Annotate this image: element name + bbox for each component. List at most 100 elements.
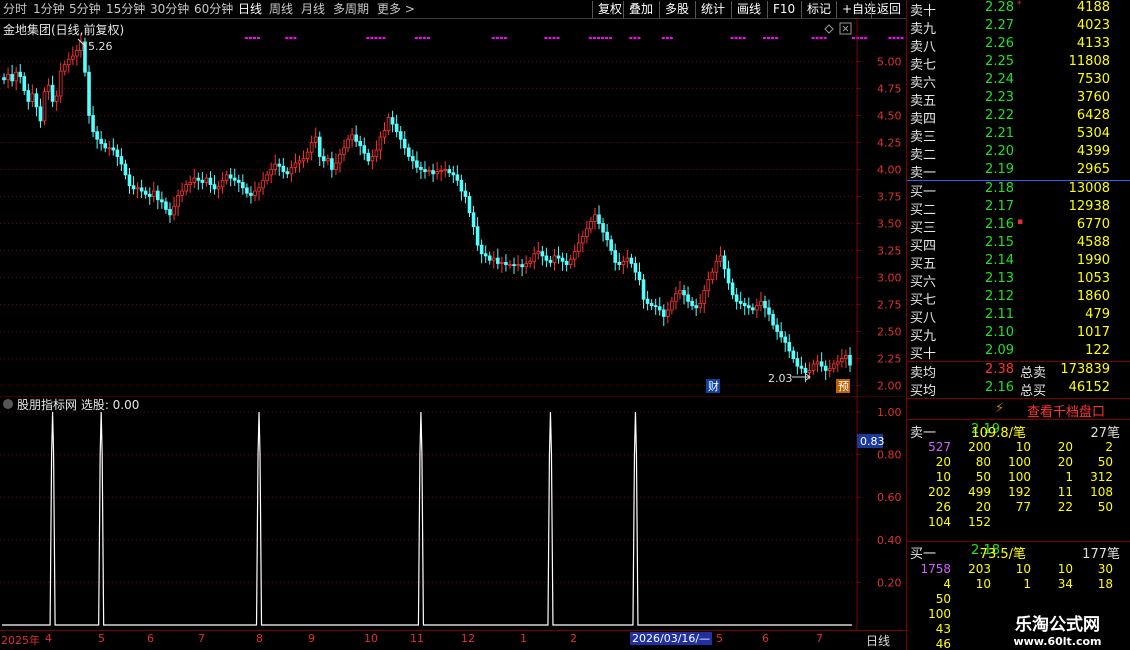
sell-level-row[interactable]: 卖八 2.26 4133	[910, 36, 1110, 55]
tab-more[interactable]: 更多 >	[377, 1, 415, 18]
candle-body	[674, 293, 678, 302]
signal-dot	[592, 37, 596, 39]
candle-body	[479, 244, 484, 255]
buy-level-row[interactable]: 买二 2.17 12938	[910, 199, 1110, 218]
candle-body	[164, 201, 168, 210]
buy-level-volume: 13008	[1068, 181, 1110, 196]
candle-body	[220, 179, 225, 188]
date-label: 1	[520, 632, 527, 645]
candle-body	[746, 305, 751, 309]
candle-body	[54, 95, 59, 102]
buy-level-row[interactable]: 买八 2.11 479	[910, 307, 1110, 326]
sell-level-row[interactable]: 卖六 2.24 7530	[910, 72, 1110, 91]
forecast-badge[interactable]: 预	[836, 379, 850, 393]
buy-level-volume: 6770	[1076, 217, 1110, 232]
stats-button[interactable]: 统计	[695, 1, 725, 18]
buy-level-volume: 1860	[1076, 289, 1110, 304]
candle-body	[718, 255, 723, 262]
back-button[interactable]: 返回	[871, 1, 901, 18]
sell-level-row[interactable]: 卖十 2.28 4188 *	[910, 0, 1110, 19]
queue-order-size: 20	[1057, 440, 1073, 454]
buy-level-row[interactable]: 买六 2.13 1053	[910, 271, 1110, 290]
tab-monthly[interactable]: 月线	[301, 1, 325, 18]
multi-stock-button[interactable]: 多股	[659, 1, 689, 18]
queue-order-size: 20	[935, 455, 951, 469]
sell-level-label: 卖二	[910, 148, 937, 163]
candle-body	[168, 209, 172, 216]
candle-body	[176, 195, 180, 207]
buy-level-price: 2.12	[985, 289, 1014, 304]
price-tick-label: 4.00	[877, 163, 902, 176]
signal-dot	[661, 37, 665, 39]
candle-body	[277, 163, 282, 167]
buy-level-row[interactable]: 买一 2.18 13008	[910, 181, 1110, 200]
candle-body	[115, 149, 120, 157]
candle-body	[212, 184, 217, 190]
queue-order-size: 104	[928, 515, 951, 529]
sell-level-row[interactable]: 卖三 2.21 5304	[910, 126, 1110, 145]
buy-level-price: 2.15	[985, 235, 1014, 250]
buy-level-row[interactable]: 买十 2.09 122	[910, 343, 1110, 362]
date-label: 6	[147, 632, 154, 645]
sell-level-row[interactable]: 卖二 2.20 4399	[910, 144, 1110, 163]
signal-dot	[888, 37, 892, 39]
candle-body	[799, 365, 804, 369]
chart-options-icon[interactable]	[839, 22, 852, 35]
sell-level-row[interactable]: 卖九 2.27 4023	[910, 18, 1110, 37]
diamond-icon[interactable]	[824, 24, 834, 34]
buy-level-row[interactable]: 买三 2.16 6770 ▪	[910, 217, 1110, 236]
candle-body	[572, 251, 577, 260]
mark-button[interactable]: 标记	[801, 1, 831, 18]
sell-level-price: 2.22	[985, 108, 1014, 123]
tab-60min[interactable]: 60分钟	[194, 1, 233, 18]
sell-level-row[interactable]: 卖一 2.19 2965	[910, 162, 1110, 181]
candle-body	[285, 171, 290, 175]
sell-level-row[interactable]: 卖四 2.22 6428	[910, 108, 1110, 127]
candle-body	[75, 50, 79, 57]
adjust-button[interactable]: 复权	[592, 1, 622, 18]
tab-5min[interactable]: 5分钟	[69, 1, 101, 18]
candle-body	[714, 260, 719, 273]
tab-weekly[interactable]: 周线	[269, 1, 293, 18]
f10-button[interactable]: F10	[767, 1, 795, 18]
candle-body	[95, 131, 99, 140]
candle-body	[783, 336, 788, 343]
buy-level-row[interactable]: 买五 2.14 1990	[910, 253, 1110, 272]
sell-level-volume: 7530	[1076, 72, 1110, 87]
tab-1min[interactable]: 1分钟	[33, 1, 65, 18]
buy-level-row[interactable]: 买九 2.10 1017	[910, 325, 1110, 344]
tab-intraday[interactable]: 分时	[3, 1, 27, 18]
buy-level-row[interactable]: 买七 2.12 1860	[910, 289, 1110, 308]
sell-level-row[interactable]: 卖七 2.25 11808	[910, 54, 1110, 73]
sell-level-label: 卖九	[910, 22, 937, 37]
candle-body	[135, 187, 140, 190]
overlay-button[interactable]: 叠加	[623, 1, 653, 18]
draw-button[interactable]: 画线	[731, 1, 761, 18]
price-chart[interactable]: 5.00 4.75 4.50 4.25 4.00 3.75 3.50 3.25 3.00 2.75…	[0, 19, 906, 396]
signal-dot	[856, 37, 860, 39]
candle-body	[803, 367, 808, 374]
buy-level-row[interactable]: 买四 2.15 4588	[910, 235, 1110, 254]
financial-report-badge[interactable]: 财	[706, 379, 720, 393]
indicator-chart[interactable]: 1.00 0.80 0.60 0.40 0.20 0.83	[0, 396, 906, 630]
tab-daily[interactable]: 日线	[238, 1, 262, 18]
tab-multi-period[interactable]: 多周期	[333, 1, 369, 18]
tab-30min[interactable]: 30分钟	[150, 1, 189, 18]
candle-body	[581, 236, 585, 244]
queue-order-size: 10	[1015, 562, 1031, 576]
candle-body	[10, 73, 14, 82]
queue-order-size: 30	[1097, 562, 1113, 576]
signal-dot	[382, 37, 386, 39]
candle-body	[386, 117, 391, 131]
date-label: 6	[762, 632, 769, 645]
tab-15min[interactable]: 15分钟	[106, 1, 145, 18]
period-indicator[interactable]: 日线	[866, 632, 890, 649]
candle-body	[366, 152, 371, 162]
candle-body	[516, 264, 520, 267]
thousand-level-button[interactable]: ⚡ 查看千档盘口	[907, 398, 1130, 420]
sell-level-volume: 2965	[1076, 162, 1110, 177]
candle-body	[180, 190, 184, 196]
sell-level-row[interactable]: 卖五 2.23 3760	[910, 90, 1110, 109]
candle-body	[334, 162, 338, 170]
candle-body	[358, 140, 363, 147]
